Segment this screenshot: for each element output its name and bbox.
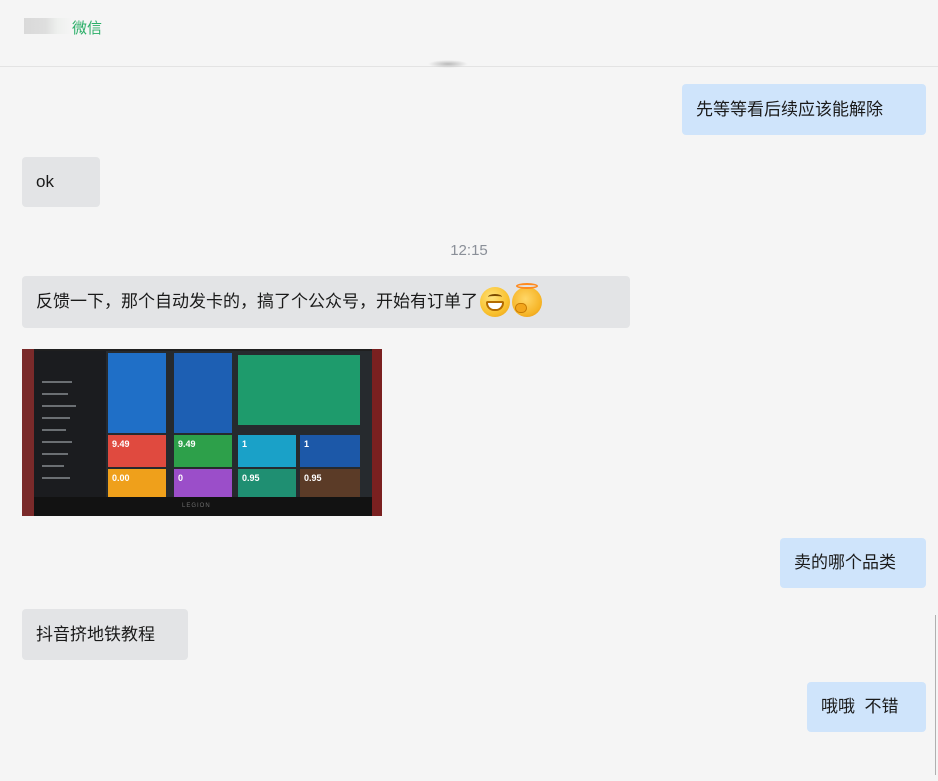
photo-stat-tile: 0 xyxy=(174,469,232,497)
message-bubble-incoming[interactable]: ok xyxy=(22,157,100,207)
message-text: 抖音挤地铁教程 xyxy=(36,624,155,644)
scrollbar[interactable] xyxy=(935,615,936,775)
contact-name-blurred xyxy=(24,18,72,34)
chat-header: 微信 xyxy=(0,0,938,67)
photo-panel-green xyxy=(238,355,360,425)
photo-monitor-screen: 9.49 9.49 1 1 0.00 0 0.95 0.95 xyxy=(34,351,372,497)
message-bubble-incoming[interactable]: 反馈一下，那个自动发卡的，搞了个公众号，开始有订单了 xyxy=(22,276,630,328)
photo-panel-blue xyxy=(174,353,232,433)
photo-stat-tile: 9.49 xyxy=(108,435,166,467)
photo-stat-tile: 1 xyxy=(300,435,360,467)
message-bubble-outgoing[interactable]: 先等等看后续应该能解除 xyxy=(682,84,926,135)
app-name: 微信 xyxy=(72,20,103,37)
photo-panel-blue xyxy=(108,353,166,433)
photo-stat-tile: 9.49 xyxy=(174,435,232,467)
message-text: 反馈一下，那个自动发卡的，搞了个公众号，开始有订单了 xyxy=(36,292,478,311)
photo-monitor-logo: LEGION xyxy=(182,503,211,509)
photo-stat-tile: 0.95 xyxy=(238,469,296,497)
message-bubble-outgoing[interactable]: 卖的哪个品类 xyxy=(780,538,926,588)
photo-admin-sidebar xyxy=(34,351,106,497)
message-text: 先等等看后续应该能解除 xyxy=(696,99,883,119)
timestamp: 12:15 xyxy=(450,242,488,259)
photo-stat-tile: 1 xyxy=(238,435,296,467)
photo-stat-tile: 0.00 xyxy=(108,469,166,497)
halo-face-emoji xyxy=(512,283,542,317)
photo-desk-right xyxy=(372,349,382,516)
message-bubble-incoming[interactable]: 抖音挤地铁教程 xyxy=(22,609,188,660)
grinning-face-emoji xyxy=(480,287,510,317)
message-text: ok xyxy=(36,172,54,191)
message-text: 卖的哪个品类 xyxy=(794,553,896,572)
photo-desk-left xyxy=(22,349,34,516)
message-bubble-outgoing[interactable]: 哦哦 不错 xyxy=(807,682,926,732)
scroll-marker xyxy=(428,60,468,68)
photo-stat-tile: 0.95 xyxy=(300,469,360,497)
message-text: 哦哦 不错 xyxy=(821,697,899,716)
image-message[interactable]: 9.49 9.49 1 1 0.00 0 0.95 0.95 LEGION xyxy=(22,349,382,516)
